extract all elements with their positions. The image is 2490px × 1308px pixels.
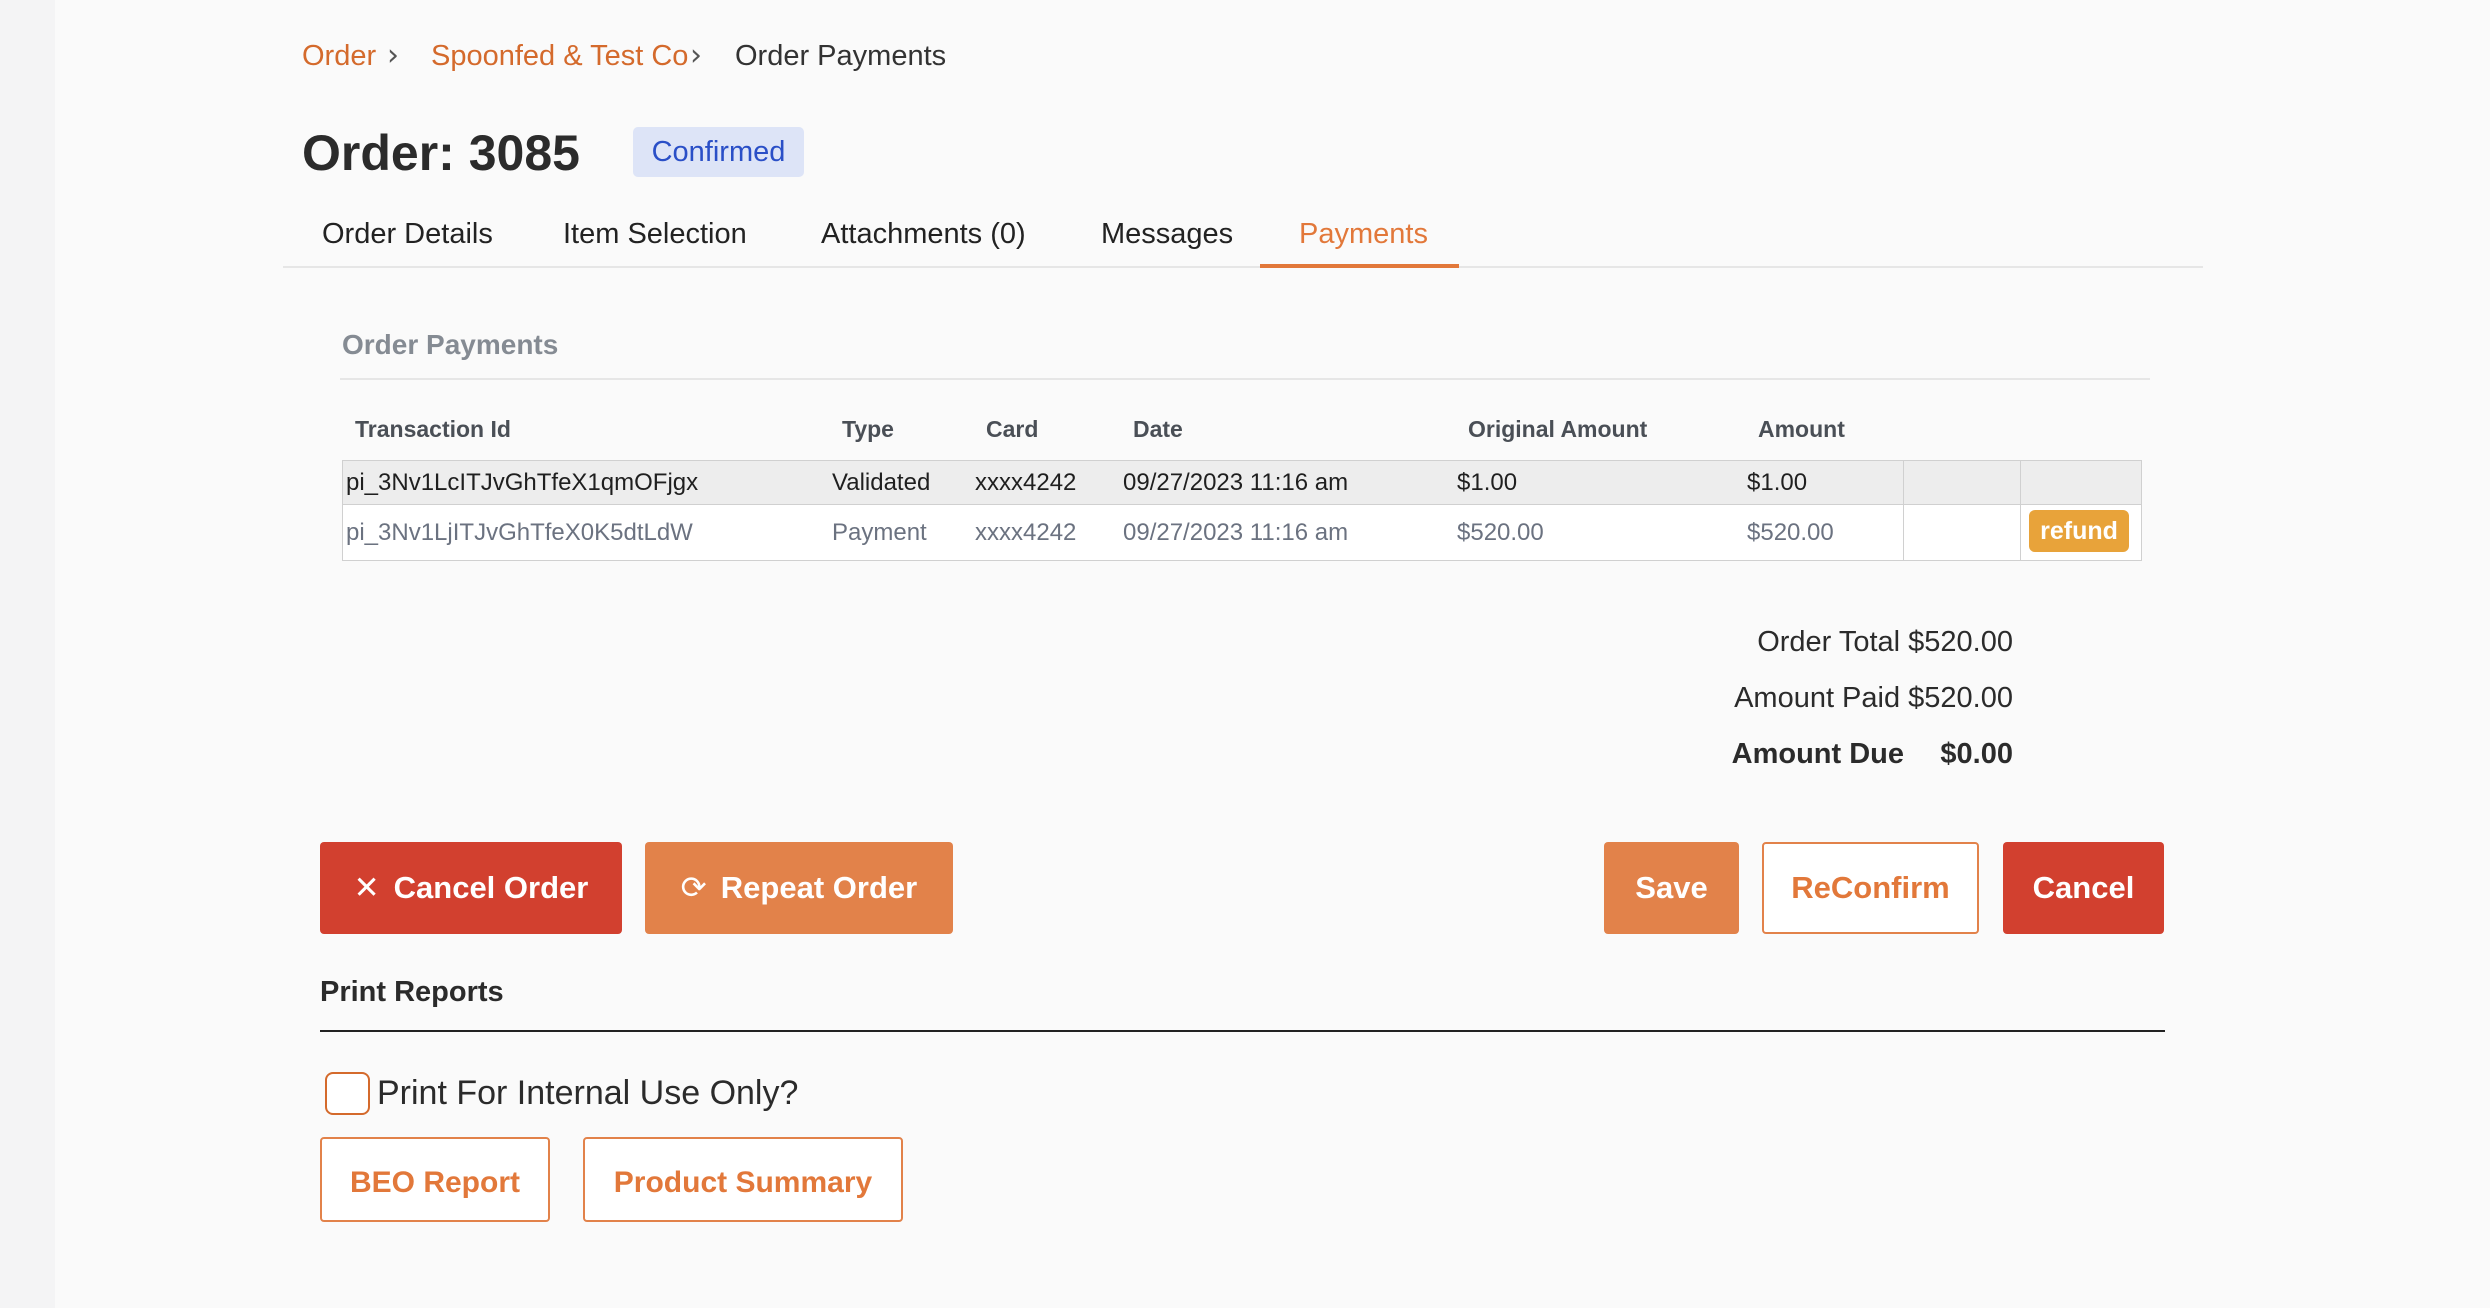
order-total-value: $520.00 bbox=[1908, 626, 2013, 658]
column-header: Transaction Id bbox=[355, 416, 511, 442]
order-total-label: Order Total $520.00 bbox=[1757, 626, 2013, 658]
status-badge: Confirmed bbox=[633, 127, 804, 177]
cell-type: Validated bbox=[832, 469, 931, 496]
tab-active-indicator bbox=[1260, 264, 1459, 268]
cell-type: Payment bbox=[832, 519, 927, 546]
tab-item-selection[interactable]: Item Selection bbox=[563, 218, 747, 251]
cell-date: 09/27/2023 11:16 am bbox=[1123, 469, 1349, 496]
column-header: Date bbox=[1133, 416, 1183, 442]
amount-due-label: Amount Due bbox=[1731, 738, 1904, 770]
product-summary-button[interactable]: Product Summary bbox=[583, 1137, 903, 1222]
cell-date: 09/27/2023 11:16 am bbox=[1123, 519, 1349, 546]
cell-original-amount: $1.00 bbox=[1457, 469, 1518, 496]
row-divider bbox=[343, 504, 2141, 505]
beo-report-button[interactable]: BEO Report bbox=[320, 1137, 550, 1222]
tab-divider bbox=[283, 266, 2203, 268]
chevron-right-icon: › bbox=[387, 38, 399, 73]
cancel-button[interactable]: Cancel bbox=[2003, 842, 2164, 934]
column-header: Card bbox=[986, 416, 1039, 442]
tab-messages[interactable]: Messages bbox=[1101, 218, 1233, 251]
page-title: Order: 3085 bbox=[302, 125, 580, 181]
cancel-order-button[interactable]: ✕ Cancel Order bbox=[320, 842, 622, 934]
cell-original-amount: $520.00 bbox=[1457, 519, 1544, 546]
internal-use-label[interactable]: Print For Internal Use Only? bbox=[377, 1074, 798, 1113]
cell-card: xxxx4242 bbox=[975, 469, 1077, 496]
close-icon: ✕ bbox=[353, 870, 380, 906]
section-heading: Order Payments bbox=[342, 329, 559, 360]
cell-transaction-id: pi_3Nv1LjITJvGhTfeX0K5dtLdW bbox=[346, 519, 693, 546]
column-header: Amount bbox=[1758, 416, 1845, 442]
cell-transaction-id: pi_3Nv1LcITJvGhTfeX1qmOFjgx bbox=[346, 469, 699, 496]
save-button[interactable]: Save bbox=[1604, 842, 1739, 934]
amount-due-value: $0.00 bbox=[1940, 738, 2013, 770]
column-header: Original Amount bbox=[1468, 416, 1648, 442]
internal-use-checkbox[interactable] bbox=[325, 1072, 370, 1115]
column-divider bbox=[2020, 461, 2021, 560]
cell-card: xxxx4242 bbox=[975, 519, 1077, 546]
breadcrumb-order-link[interactable]: Order bbox=[302, 40, 376, 73]
breadcrumb-customer-link[interactable]: Spoonfed & Test Co bbox=[431, 40, 688, 73]
column-header: Type bbox=[842, 416, 894, 442]
print-reports-heading: Print Reports bbox=[320, 976, 504, 1008]
column-divider bbox=[1903, 461, 1904, 560]
print-reports-divider bbox=[320, 1030, 2165, 1032]
tab-attachments[interactable]: Attachments (0) bbox=[821, 218, 1026, 251]
breadcrumb-current: Order Payments bbox=[735, 40, 947, 72]
amount-paid-label: Amount Paid $520.00 bbox=[1734, 682, 2013, 714]
cell-amount: $1.00 bbox=[1747, 469, 1808, 496]
repeat-order-button[interactable]: ⟳ Repeat Order bbox=[645, 842, 953, 934]
refund-button[interactable]: refund bbox=[2029, 510, 2129, 552]
amount-paid-value: $520.00 bbox=[1908, 682, 2013, 714]
section-divider bbox=[340, 378, 2150, 380]
reconfirm-button[interactable]: ReConfirm bbox=[1762, 842, 1979, 934]
refresh-icon: ⟳ bbox=[680, 870, 707, 906]
tab-order-details[interactable]: Order Details bbox=[322, 218, 493, 251]
chevron-right-icon: › bbox=[690, 38, 702, 73]
tab-payments[interactable]: Payments bbox=[1299, 218, 1428, 251]
cell-amount: $520.00 bbox=[1747, 519, 1834, 546]
